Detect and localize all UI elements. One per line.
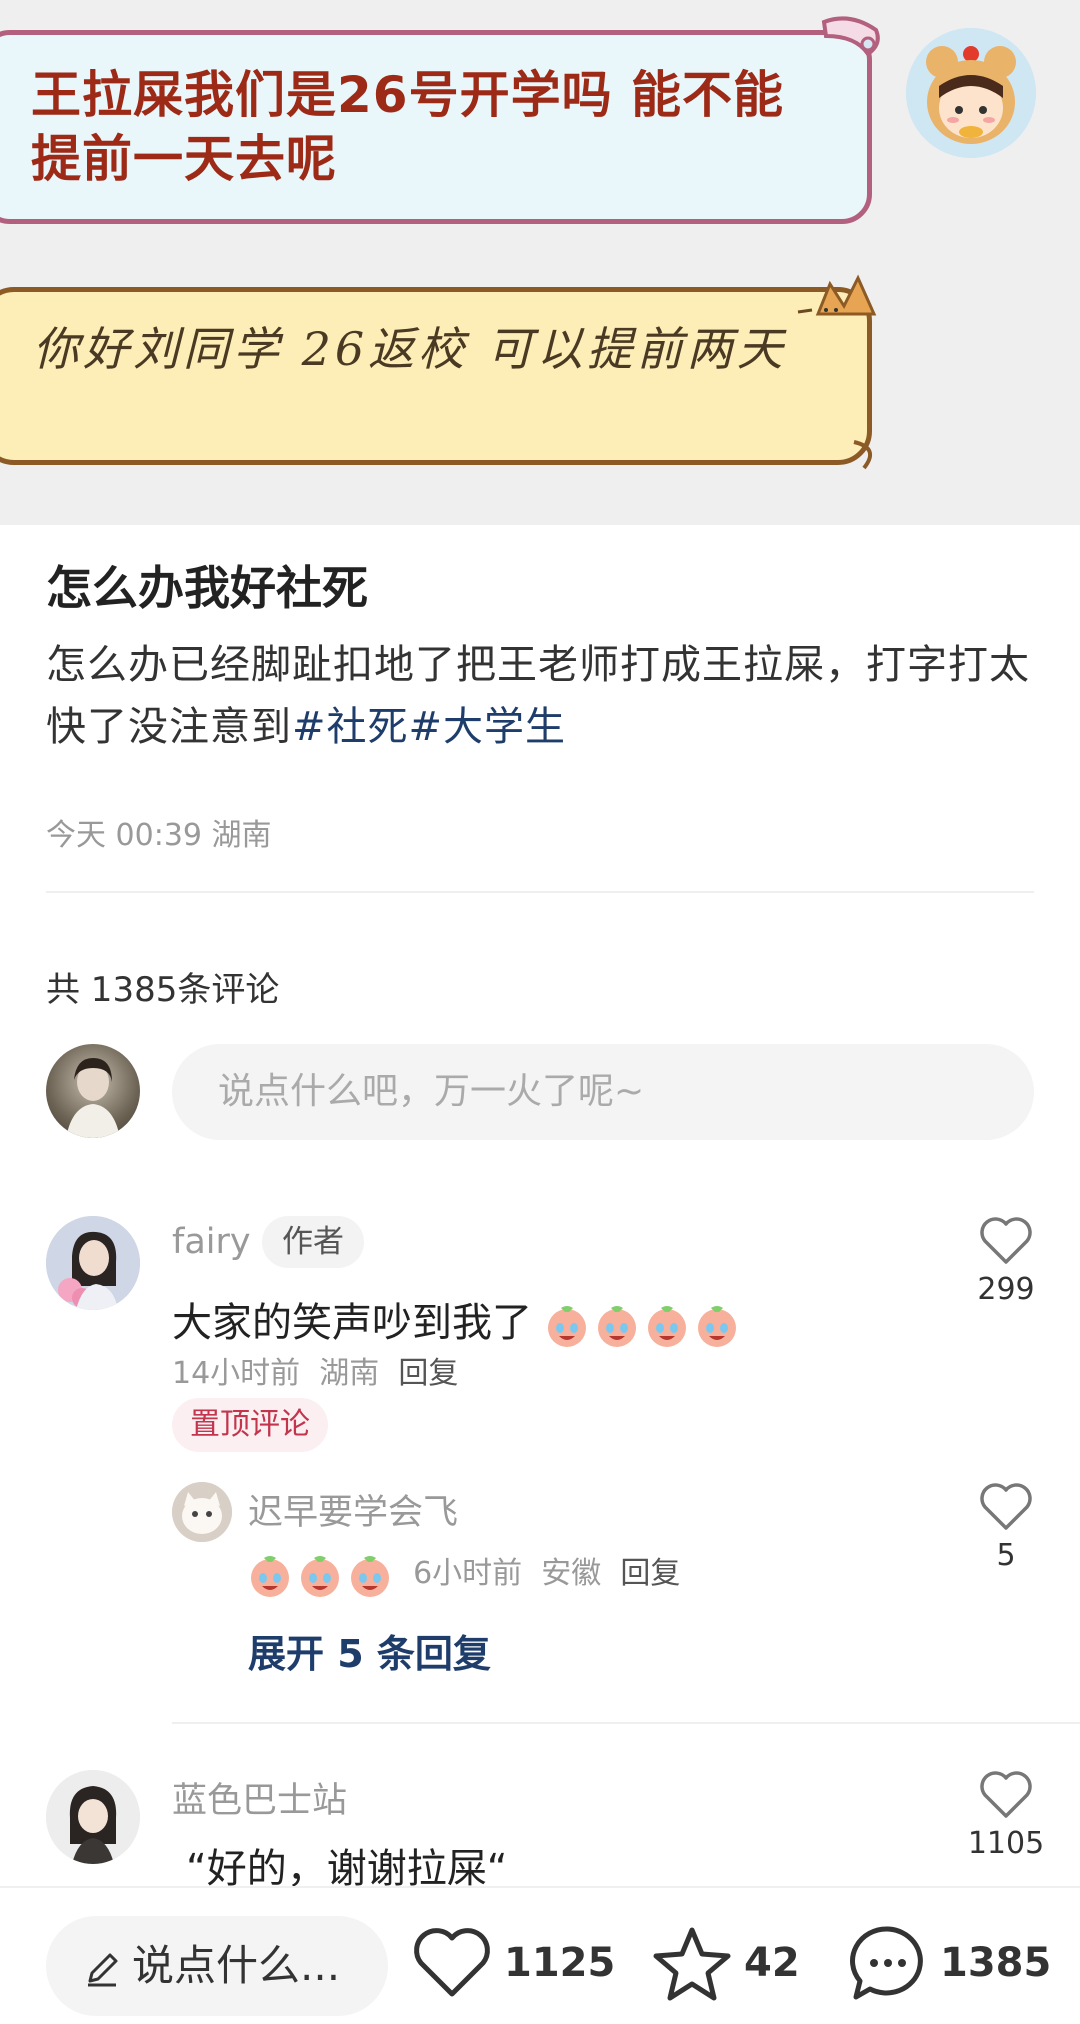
crying-laughing-emoji-icon [547, 1306, 736, 1347]
hashtag-link[interactable]: #社死 [292, 704, 409, 750]
incoming-message-text: 王拉屎我们是26号开学吗 能不能提前一天去呢 [31, 66, 784, 188]
heart-icon [980, 1217, 1032, 1264]
bubble-tail-decoration [853, 440, 873, 470]
heart-icon [414, 1928, 490, 1997]
cat-ears-decoration [797, 274, 877, 316]
bottom-action-bar: 说点什么... 1125 42 1385 [0, 1886, 1080, 2024]
cat-photo-icon [172, 1482, 232, 1542]
comment-like-button[interactable]: 1105 [966, 1770, 1046, 1861]
comment-button[interactable]: 1385 [848, 1918, 1051, 2008]
comment-count: 1385 [940, 1940, 1052, 1986]
sender-avatar [906, 28, 1036, 158]
heart-icon [980, 1483, 1032, 1530]
user-photo-icon [46, 1216, 140, 1310]
like-count: 5 [996, 1538, 1016, 1573]
incoming-message-bubble: 王拉屎我们是26号开学吗 能不能提前一天去呢 [0, 30, 872, 224]
current-user-avatar [46, 1044, 140, 1138]
pinned-comment-badge: 置顶评论 [172, 1398, 328, 1452]
reply-location: 安徽 [541, 1556, 602, 1591]
divider [46, 891, 1034, 893]
reply-commenter-name[interactable]: 迟早要学会飞 [248, 1484, 458, 1535]
commenter-name[interactable]: 蓝色巴士站 [172, 1772, 347, 1823]
chat-bubble-icon [850, 1926, 923, 2000]
like-button[interactable]: 1125 [412, 1918, 615, 2008]
post-location: 湖南 [211, 818, 272, 853]
like-count: 1125 [504, 1940, 616, 1986]
like-count: 299 [977, 1272, 1035, 1307]
post-body: 怎么办已经脚趾扣地了把王老师打成王拉屎，打字打太快了没注意到#社死#大学生 [46, 634, 1046, 758]
expand-replies-link[interactable]: 展开 5 条回复 [248, 1623, 491, 1678]
user-photo-icon [66, 1058, 120, 1138]
reply-time: 6小时前 [413, 1556, 523, 1591]
commenter-name[interactable]: fairy [172, 1222, 251, 1262]
hashtag-link[interactable]: #大学生 [409, 704, 567, 750]
commenter-avatar[interactable] [46, 1770, 140, 1864]
comment-count-label: 共 1385条评论 [46, 970, 280, 1010]
like-count: 1105 [967, 1826, 1045, 1861]
divider [172, 1722, 1080, 1724]
reply-button[interactable]: 回复 [620, 1556, 680, 1591]
post-title: 怎么办我好社死 [46, 561, 368, 615]
reply-message-bubble: 你好刘同学 26返校 可以提前两天 [0, 287, 872, 465]
bottom-comment-input[interactable]: 说点什么... [46, 1916, 388, 2016]
comment-location: 湖南 [319, 1356, 380, 1391]
comment-text-content: 大家的笑声吵到我了 [172, 1300, 532, 1346]
crying-laughing-emoji-icon [251, 1555, 389, 1597]
page: 王拉屎我们是26号开学吗 能不能提前一天去呢 你好刘同学 26返校 可以提前两天… [0, 0, 1080, 2024]
post-time: 今天 00:39 [46, 818, 202, 853]
comment-input[interactable]: 说点什么吧，万一火了呢~ [172, 1044, 1034, 1140]
favorite-count: 42 [744, 1940, 800, 1986]
bow-decoration [821, 16, 880, 57]
favorite-button[interactable]: 42 [652, 1918, 800, 2008]
comment-time: 14小时前 [172, 1356, 301, 1391]
comment-text: 大家的笑声吵到我了 [172, 1290, 741, 1348]
cartoon-girl-icon [906, 28, 1036, 158]
reply-message-text: 你好刘同学 26返校 可以提前两天 [33, 322, 787, 376]
star-icon [653, 1927, 731, 2001]
reply-button[interactable]: 回复 [398, 1356, 458, 1391]
post-image[interactable]: 王拉屎我们是26号开学吗 能不能提前一天去呢 你好刘同学 26返校 可以提前两天 [0, 0, 1080, 525]
heart-icon [980, 1771, 1032, 1818]
reply-like-button[interactable]: 5 [976, 1482, 1036, 1573]
pencil-icon [88, 1953, 118, 1986]
comment-like-button[interactable]: 299 [976, 1216, 1036, 1307]
reply-meta: 6小时前 安徽 回复 [248, 1548, 680, 1598]
post-meta: 今天 00:39 湖南 [46, 810, 272, 854]
reply-avatar[interactable] [172, 1482, 232, 1542]
user-photo-icon [46, 1770, 140, 1864]
commenter-avatar[interactable] [46, 1216, 140, 1310]
bottom-input-label: 说点什么... [132, 1941, 341, 1990]
author-badge: 作者 [262, 1216, 364, 1268]
comment-meta: 14小时前 湖南 回复 [172, 1348, 458, 1392]
